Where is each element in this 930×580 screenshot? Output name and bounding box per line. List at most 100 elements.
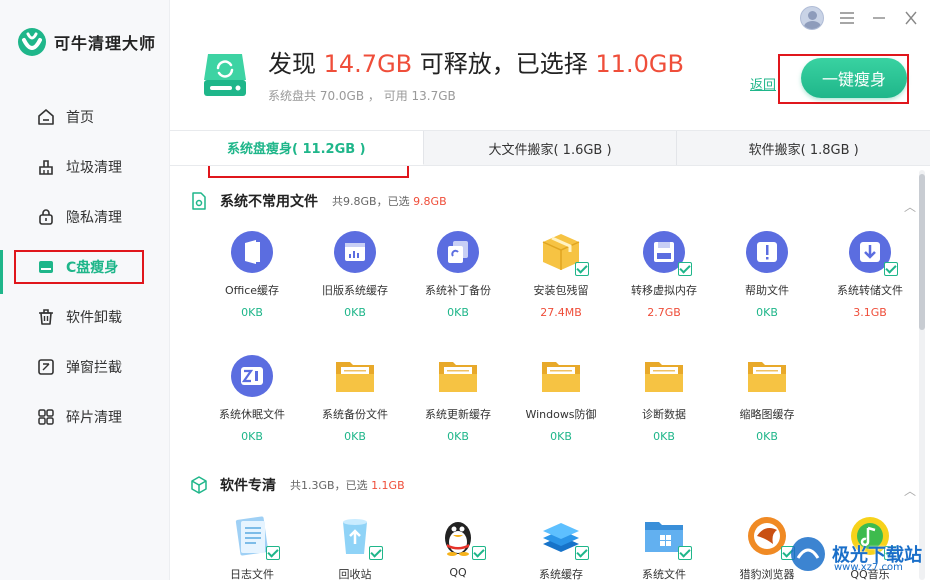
nav-item-junk-clean[interactable]: 垃圾清理 bbox=[0, 142, 170, 192]
floppy-icon bbox=[642, 230, 692, 276]
broom-icon bbox=[36, 157, 56, 177]
tab-system-disk-slim[interactable]: 系统盘瘦身( 11.2GB ) bbox=[170, 131, 424, 165]
nav-item-home[interactable]: 首页 bbox=[0, 92, 170, 142]
user-avatar-icon[interactable] bbox=[800, 6, 824, 30]
checked-checkbox[interactable] bbox=[884, 262, 898, 276]
item-size: 0KB bbox=[241, 306, 263, 319]
nav-item-label: 软件卸载 bbox=[66, 310, 122, 326]
item-installer-residue[interactable]: 安装包残留 27.4MB bbox=[509, 230, 613, 319]
item-size: 0KB bbox=[447, 306, 469, 319]
lock-icon bbox=[36, 207, 56, 227]
folder-icon bbox=[333, 354, 377, 398]
item-size: 3.1GB bbox=[853, 306, 887, 319]
partial-checkbox[interactable] bbox=[266, 546, 280, 560]
logo-icon bbox=[18, 28, 46, 56]
item-name: 系统缓存 bbox=[539, 568, 583, 580]
popup-block-icon bbox=[36, 357, 56, 377]
tab-software-move[interactable]: 软件搬家( 1.8GB ) bbox=[677, 131, 930, 165]
selected-size: 11.0GB bbox=[595, 50, 684, 78]
scrollbar-thumb[interactable] bbox=[919, 174, 925, 330]
item-system-cache[interactable]: 系统缓存 bbox=[509, 514, 613, 580]
tab-large-file-move[interactable]: 大文件搬家( 1.6GB ) bbox=[424, 131, 678, 165]
sleep-zz-icon bbox=[230, 354, 274, 398]
window-controls bbox=[800, 6, 920, 30]
item-thumbnail-cache[interactable]: 缩略图缓存 0KB bbox=[715, 354, 819, 443]
item-help-files[interactable]: 帮助文件 0KB bbox=[715, 230, 819, 319]
nav-item-software-uninstall[interactable]: 软件卸载 bbox=[0, 292, 170, 342]
watermark: 极光下载站 www.xz7.com bbox=[788, 532, 924, 576]
office-icon bbox=[230, 230, 274, 274]
item-office-cache[interactable]: Office缓存 0KB bbox=[200, 230, 304, 319]
cube-icon bbox=[191, 476, 207, 494]
section-header-software-clean: 软件专清 共1.3GB，已选 1.1GB bbox=[190, 473, 405, 497]
item-dump-files[interactable]: 系统转储文件 3.1GB bbox=[818, 230, 922, 319]
checked-checkbox[interactable] bbox=[678, 546, 692, 560]
item-size: 27.4MB bbox=[540, 306, 582, 319]
copy-icon bbox=[436, 230, 480, 274]
item-size: 0KB bbox=[550, 430, 572, 443]
windows-folder-icon bbox=[642, 514, 692, 560]
nav-item-defrag[interactable]: 碎片清理 bbox=[0, 392, 170, 442]
close-icon[interactable] bbox=[902, 9, 920, 27]
item-size: 0KB bbox=[241, 430, 263, 443]
checked-checkbox[interactable] bbox=[678, 262, 692, 276]
logo-text: 可牛清理大师 bbox=[54, 34, 157, 53]
item-name: 缩略图缓存 bbox=[739, 408, 795, 421]
watermark-url: www.xz7.com bbox=[834, 562, 903, 573]
nav-item-label: 弹窗拦截 bbox=[66, 360, 122, 376]
checked-checkbox[interactable] bbox=[369, 546, 383, 560]
item-patch-backup[interactable]: 系统补丁备份 0KB bbox=[406, 230, 510, 319]
item-name: 系统备份文件 bbox=[322, 408, 388, 421]
item-qq[interactable]: QQ bbox=[406, 514, 510, 579]
item-system-backup[interactable]: 系统备份文件 0KB bbox=[303, 354, 407, 443]
disk-info: 系统盘共 70.0GB ， 可用 13.7GB bbox=[268, 89, 456, 103]
highlight-box-nav bbox=[14, 250, 144, 284]
item-diagnostic-data[interactable]: 诊断数据 0KB bbox=[612, 354, 716, 443]
checked-checkbox[interactable] bbox=[472, 546, 486, 560]
tab-bar: 系统盘瘦身( 11.2GB ) 大文件搬家( 1.6GB ) 软件搬家( 1.8… bbox=[170, 130, 930, 166]
item-windows-defender[interactable]: Windows防御 0KB bbox=[509, 354, 613, 443]
releasable-size: 14.7GB bbox=[323, 50, 413, 78]
item-name: 回收站 bbox=[338, 568, 372, 580]
nav-item-privacy-clean[interactable]: 隐私清理 bbox=[0, 192, 170, 242]
alert-icon bbox=[745, 230, 789, 274]
section-stats: 共1.3GB，已选 1.1GB bbox=[290, 479, 405, 492]
item-size: 0KB bbox=[653, 430, 675, 443]
one-click-slim-button[interactable]: 一键瘦身 bbox=[801, 58, 907, 98]
file-gear-icon bbox=[192, 192, 206, 210]
item-size: 0KB bbox=[756, 430, 778, 443]
minimize-icon[interactable] bbox=[870, 9, 888, 27]
checked-checkbox[interactable] bbox=[575, 262, 589, 276]
item-name: 诊断数据 bbox=[642, 408, 686, 421]
item-name: 旧版系统缓存 bbox=[322, 284, 388, 297]
scan-result-headline: 发现 14.7GB 可释放，已选择 11.0GB bbox=[268, 50, 684, 78]
layers-icon bbox=[539, 514, 589, 560]
recycle-bin-icon bbox=[333, 514, 383, 560]
item-name: 系统更新缓存 bbox=[425, 408, 491, 421]
item-update-cache[interactable]: 系统更新缓存 0KB bbox=[406, 354, 510, 443]
nav-item-label: 首页 bbox=[66, 110, 94, 126]
app-window: 可牛清理大师 首页 垃圾清理 隐私清理 C盘瘦身 软件卸载 弹窗拦截 碎片清理 … bbox=[0, 0, 930, 580]
folder-icon bbox=[539, 354, 583, 398]
folder-icon bbox=[745, 354, 789, 398]
menu-icon[interactable] bbox=[838, 9, 856, 27]
item-virtual-memory[interactable]: 转移虚拟内存 2.7GB bbox=[612, 230, 716, 319]
item-system-files[interactable]: 系统文件 bbox=[612, 514, 716, 580]
checked-checkbox[interactable] bbox=[575, 546, 589, 560]
collapse-icon[interactable]: ︿ bbox=[904, 198, 916, 215]
scrollbar[interactable] bbox=[919, 170, 925, 580]
item-name: 系统转储文件 bbox=[837, 284, 903, 297]
item-recycle-bin[interactable]: 回收站 bbox=[303, 514, 407, 580]
content-area: 系统不常用文件 共9.8GB，已选 9.8GB ︿ Office缓存 0KB 旧… bbox=[170, 168, 930, 580]
item-old-system-cache[interactable]: 旧版系统缓存 0KB bbox=[303, 230, 407, 319]
item-log-files[interactable]: 日志文件 bbox=[200, 514, 304, 580]
section-header-system-files: 系统不常用文件 共9.8GB，已选 9.8GB bbox=[190, 189, 447, 213]
cheetah-browser-icon bbox=[745, 514, 795, 560]
back-link[interactable]: 返回 bbox=[750, 74, 776, 93]
trash-icon bbox=[36, 307, 56, 327]
item-hibernate-files[interactable]: 系统休眠文件 0KB bbox=[200, 354, 304, 443]
item-name: QQ bbox=[449, 566, 467, 579]
folder-icon bbox=[436, 354, 480, 398]
collapse-icon[interactable]: ︿ bbox=[904, 482, 916, 499]
nav-item-popup-block[interactable]: 弹窗拦截 bbox=[0, 342, 170, 392]
